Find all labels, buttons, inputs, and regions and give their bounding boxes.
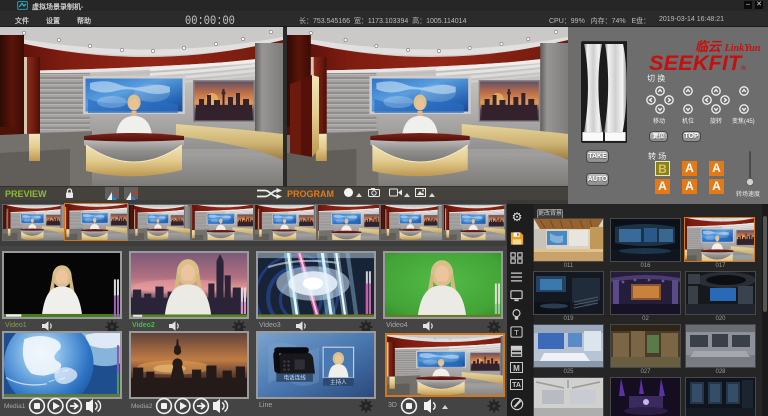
svg-text:电话连线: 电话连线 (283, 374, 306, 382)
svg-text:T: T (514, 328, 519, 337)
svg-text:主持人: 主持人 (330, 378, 347, 386)
